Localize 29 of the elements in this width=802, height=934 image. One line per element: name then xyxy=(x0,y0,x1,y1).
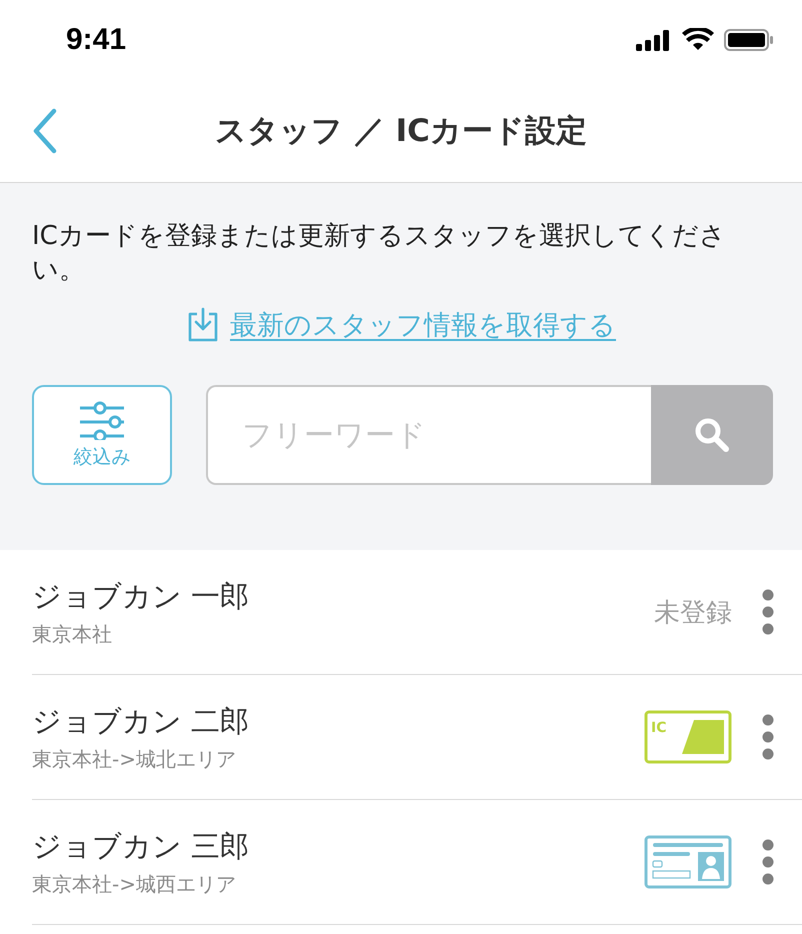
wifi-icon xyxy=(682,28,714,52)
signal-icon xyxy=(636,29,672,51)
id-card-icon xyxy=(644,835,732,889)
staff-department: 東京本社->城北エリア xyxy=(32,746,237,772)
more-button[interactable] xyxy=(762,839,774,885)
staff-row[interactable]: ジョブカン 一郎 東京本社 未登録 xyxy=(32,550,802,675)
screen-title: スタッフ ／ ICカード設定 xyxy=(215,112,587,151)
more-icon xyxy=(762,714,774,760)
clock-time: 9:41 xyxy=(66,23,126,57)
staff-department: 東京本社 xyxy=(32,620,113,648)
back-button[interactable] xyxy=(32,108,58,154)
search-button[interactable] xyxy=(651,385,773,485)
more-button[interactable] xyxy=(762,589,774,635)
ic-card-icon: IC xyxy=(644,710,732,764)
instruction-text: ICカードを登録または更新するスタッフを選択してください。 xyxy=(32,220,727,287)
staff-name: ジョブカン 二郎 xyxy=(32,702,250,740)
more-button[interactable] xyxy=(762,714,774,760)
staff-department: 東京本社->城西エリア xyxy=(32,870,237,898)
more-icon xyxy=(762,839,774,885)
back-icon xyxy=(32,108,58,154)
more-icon xyxy=(762,589,774,635)
search-field[interactable]: フリーワード xyxy=(206,385,651,485)
staff-name: ジョブカン 一郎 xyxy=(32,578,250,614)
staff-name: ジョブカン 三郎 xyxy=(32,828,250,864)
download-icon xyxy=(186,307,220,343)
status-label: 未登録 xyxy=(654,598,732,628)
staff-row[interactable]: ジョブカン 二郎 東京本社->城北エリア IC xyxy=(32,675,802,800)
staff-row[interactable]: ジョブカン 三郎 東京本社->城西エリア xyxy=(32,800,802,925)
battery-icon xyxy=(724,28,774,52)
